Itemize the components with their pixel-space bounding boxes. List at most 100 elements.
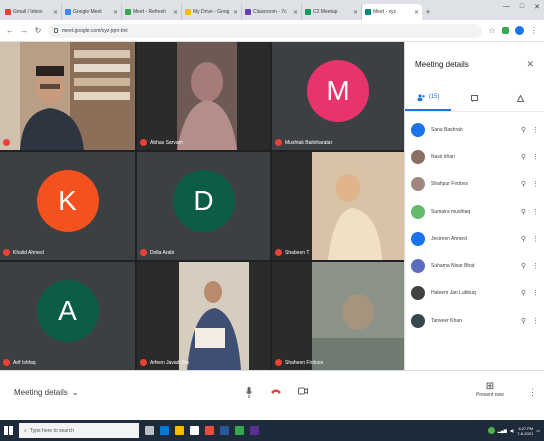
new-tab-button[interactable]: + — [422, 4, 434, 20]
browser-tab[interactable]: Meet - Refresh ✕ — [122, 4, 182, 20]
chrome-icon[interactable] — [235, 426, 244, 435]
notifications-icon[interactable]: ▭ — [536, 428, 540, 433]
browser-tab[interactable]: Gmail / Inbox ✕ — [2, 4, 62, 20]
browser-tab[interactable]: My Drive - Goog ✕ — [182, 4, 242, 20]
participant-row[interactable]: Tanveer Khan ⚲ ⋮ — [405, 307, 544, 334]
participant-tile[interactable]: Shaheen Firdoos — [272, 262, 404, 370]
clock[interactable]: 4:27 PM 7-6-2021 — [517, 426, 533, 436]
star-icon[interactable]: ☆ — [488, 26, 496, 35]
app-icon-red[interactable] — [205, 426, 214, 435]
camera-icon[interactable] — [298, 387, 308, 398]
forward-arrow-icon[interactable]: → — [20, 26, 28, 35]
tab-close-icon[interactable]: ✕ — [293, 9, 298, 16]
participant-tile[interactable]: Shabeen T — [272, 152, 404, 260]
more-options-icon[interactable]: ⋮ — [532, 126, 539, 134]
participant-tile[interactable]: M Mushtak Bailoharatar — [272, 42, 404, 150]
pin-icon[interactable]: ⚲ — [521, 153, 526, 161]
participant-name: Sumaira mushtaq — [431, 208, 471, 215]
mic-muted-icon — [275, 139, 282, 146]
browser-tab[interactable]: Classroom - 7c ✕ — [242, 4, 302, 20]
tab-close-icon[interactable]: ✕ — [53, 9, 58, 16]
tab-chat[interactable] — [451, 85, 497, 111]
edge-icon[interactable] — [160, 426, 169, 435]
tab-activities[interactable] — [498, 85, 544, 111]
tab-close-icon[interactable]: ✕ — [233, 9, 238, 16]
word-icon[interactable] — [220, 426, 229, 435]
url-text: meet.google.com/xyz-jqrn-bvt — [62, 27, 128, 34]
reload-icon[interactable]: ↻ — [34, 26, 42, 35]
pin-icon[interactable]: ⚲ — [521, 180, 526, 188]
task-view-icon[interactable] — [145, 426, 154, 435]
tab-close-icon[interactable]: ✕ — [113, 9, 118, 16]
minimize-button[interactable]: — — [503, 3, 510, 11]
mic-icon[interactable] — [246, 387, 252, 401]
participant-namebar: Arif Ishfaq — [3, 359, 36, 366]
pin-icon[interactable]: ⚲ — [521, 317, 526, 325]
tab-favicon-icon — [125, 9, 131, 15]
participant-name: Shaheen Firdoos — [285, 359, 324, 366]
pin-icon[interactable]: ⚲ — [521, 126, 526, 134]
participant-name: Abhas Sarvam — [150, 139, 183, 146]
participant-namebar: Khalid Ahmed — [3, 249, 44, 256]
participant-tile[interactable] — [0, 42, 135, 150]
participant-row[interactable]: Suhama Nisar Bhat ⚲ ⋮ — [405, 252, 544, 279]
participant-row[interactable]: Sumaira mushtaq ⚲ ⋮ — [405, 198, 544, 225]
more-options-icon[interactable]: ⋮ — [532, 153, 539, 161]
participant-row[interactable]: Sana Bashrah ⚲ ⋮ — [405, 116, 544, 143]
participant-tile[interactable]: Arfeen Javad Jha — [137, 262, 270, 370]
participant-namebar — [3, 139, 13, 146]
tab-people[interactable]: (15) — [405, 85, 452, 111]
app-icon-purple[interactable] — [250, 426, 259, 435]
tab-close-icon[interactable]: ✕ — [173, 9, 178, 16]
participant-tile[interactable]: A Arif Ishfaq — [0, 262, 135, 370]
volume-icon[interactable]: ◀) — [510, 428, 514, 433]
tab-favicon-icon — [5, 9, 11, 15]
windows-start-icon[interactable] — [4, 426, 13, 435]
present-now-button[interactable]: ⊞ Present now — [470, 381, 510, 398]
participant-tile[interactable]: K Khalid Ahmed — [0, 152, 135, 260]
tab-close-icon[interactable]: ✕ — [414, 9, 419, 16]
pin-icon[interactable]: ⚲ — [521, 262, 526, 270]
browser-tab[interactable]: C2 Meetup ✕ — [302, 4, 362, 20]
meeting-details-button[interactable]: Meeting details ⌄ — [14, 388, 79, 397]
network-icon[interactable]: ▂▄▆ — [498, 428, 507, 433]
present-now-label: Present now — [476, 392, 504, 398]
participant-avatar — [411, 204, 425, 219]
meeting-details-label: Meeting details — [14, 388, 68, 397]
extension-icon[interactable] — [502, 27, 509, 34]
participant-row[interactable]: Nasir khan ⚲ ⋮ — [405, 143, 544, 170]
pin-icon[interactable]: ⚲ — [521, 235, 526, 243]
maximize-button[interactable]: □ — [520, 3, 524, 11]
participant-tile[interactable]: Abhas Sarvam — [137, 42, 270, 150]
chevron-down-icon: ⌄ — [71, 388, 79, 397]
end-call-icon[interactable] — [270, 387, 282, 398]
browser-tab[interactable]: Google Meet ✕ — [62, 4, 122, 20]
close-icon[interactable]: ✕ — [526, 59, 534, 70]
participant-tile[interactable]: D Dolla Arabi — [137, 152, 270, 260]
more-options-icon[interactable]: ⋮ — [532, 262, 539, 270]
profile-avatar[interactable] — [515, 26, 524, 35]
file-explorer-icon[interactable] — [175, 426, 184, 435]
browser-tab[interactable]: Meet - xyz ✕ — [362, 4, 422, 20]
more-options-icon[interactable]: ⋮ — [532, 289, 539, 297]
store-icon[interactable] — [190, 426, 199, 435]
participant-avatar — [411, 177, 425, 192]
close-window-button[interactable]: ✕ — [534, 3, 540, 11]
url-field[interactable]: meet.google.com/xyz-jqrn-bvt — [48, 23, 482, 38]
taskbar-search[interactable]: ⌕ Type here to search — [19, 423, 139, 438]
pin-icon[interactable]: ⚲ — [521, 208, 526, 216]
pin-icon[interactable]: ⚲ — [521, 289, 526, 297]
more-options-icon[interactable]: ⋮ — [532, 235, 539, 243]
more-options-icon[interactable]: ⋮ — [532, 180, 539, 188]
more-options-icon[interactable]: ⋮ — [528, 387, 537, 398]
panel-title: Meeting details — [415, 59, 469, 69]
back-arrow-icon[interactable]: ← — [6, 26, 14, 35]
participant-row[interactable]: Jesireen Ahmed ⚲ ⋮ — [405, 225, 544, 252]
participant-row[interactable]: Haleem Jan Lubbuq ⚲ ⋮ — [405, 280, 544, 307]
tab-close-icon[interactable]: ✕ — [353, 9, 358, 16]
more-options-icon[interactable]: ⋮ — [532, 317, 539, 325]
tray-app-icon[interactable] — [487, 427, 495, 434]
more-options-icon[interactable]: ⋮ — [532, 208, 539, 216]
participant-row[interactable]: Shahpur Firdoos ⚲ ⋮ — [405, 171, 544, 198]
browser-menu-icon[interactable]: ⋮ — [530, 26, 538, 35]
